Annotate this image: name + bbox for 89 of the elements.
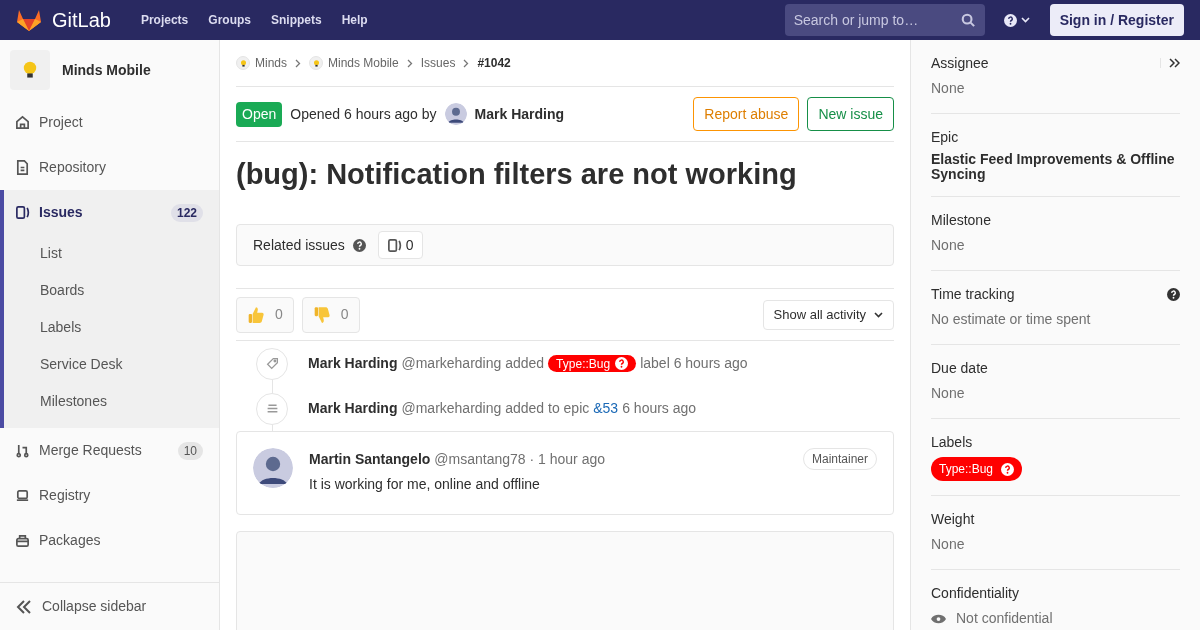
related-issues-label: Related issues [253,235,345,255]
nav-link[interactable]: Projects [140,11,189,29]
document-icon [15,160,30,175]
section-value: None [931,385,965,401]
sidebar-subitem[interactable]: Service Desk [4,346,219,383]
nav-link[interactable]: Groups [208,11,251,29]
registry-icon [15,488,30,503]
thumbs-down-button[interactable]: 0 [301,296,360,333]
comment-meta: @msantang78 · 1 hour ago [434,449,605,469]
thumbs-down-icon [312,305,331,324]
breadcrumb-link[interactable]: Issues [420,54,456,72]
breadcrumb-link[interactable]: Minds Mobile [328,54,399,72]
issues-icon [386,237,402,253]
breadcrumb-link[interactable]: Minds [255,54,287,72]
section-value: None [931,536,965,552]
chevron-right-icon [463,58,470,68]
nav-link[interactable]: Help [341,11,368,29]
new-issue-button[interactable]: New issue [807,97,894,131]
search-icon [960,13,975,27]
help-icon [352,238,366,252]
issues-icon [15,205,30,220]
author-link[interactable]: Mark Harding [474,103,565,125]
double-chevron-icon [16,599,32,614]
chevron-down-icon [874,311,883,318]
breadcrumb-link[interactable]: #1042 [477,54,511,72]
thumbs-up-button[interactable]: 0 [236,296,294,333]
section-value[interactable]: Elastic Feed Improvements & Offline Syncing [931,152,1180,182]
sidebar-item[interactable]: Repository [4,145,219,190]
tag-icon [265,357,279,370]
event-text: @markeharding added [401,354,545,373]
sidebar-subitem[interactable]: Milestones [4,383,219,420]
count-badge: 10 [177,441,203,460]
commenter-avatar [253,448,293,488]
chevron-down-icon[interactable] [1020,17,1030,23]
status-badge: Open [236,101,283,127]
event-author[interactable]: Mark Harding [308,353,398,374]
package-icon [15,533,30,548]
stack-icon [265,402,279,415]
count-badge: 122 [170,203,203,222]
event-text: label 6 hours ago [640,354,748,373]
chevron-right-icon [295,58,301,68]
section-title: Due date [931,358,988,378]
gitlab-logo-icon[interactable] [16,8,42,32]
sign-in-button[interactable]: Sign in / Register [1049,4,1184,36]
sidebar-item[interactable]: Registry [4,473,219,518]
sidebar-item[interactable]: Packages [4,518,219,563]
section-value: No estimate or time spent [931,311,1091,327]
section-value: None [931,237,965,253]
label-chip[interactable]: Type::Bug [931,457,1023,481]
double-chevron-icon[interactable] [1169,58,1180,68]
sidebar-item[interactable]: Project [4,100,219,145]
epic-link[interactable]: &53 [593,398,619,419]
thumbs-up-icon [247,305,265,324]
section-title: Weight [931,509,975,529]
chevron-right-icon [406,58,413,68]
sidebar-subitem[interactable]: Boards [4,272,219,309]
home-icon [15,115,30,130]
section-title: Labels [931,432,973,452]
author-avatar [444,103,467,125]
section-title: Assignee [931,53,989,73]
section-value: Not confidential [956,609,1053,628]
section-title: Confidentiality [931,583,1019,603]
sidebar-item[interactable]: Merge Requests 10 [4,428,219,473]
section-title: Epic [931,127,959,147]
label-chip[interactable]: Type::Bug [548,355,637,372]
section-title: Time tracking [931,284,1015,304]
section-value: None [931,80,965,96]
nav-link[interactable]: Snippets [270,11,322,29]
issue-title: (bug): Notification filters are not working [236,157,798,192]
sidebar-item[interactable]: Issues 122 [4,190,219,235]
sidebar-subitem[interactable]: List [4,235,219,272]
help-icon [1003,13,1017,27]
sidebar-subitem[interactable]: Labels [4,309,219,346]
help-icon [615,357,629,370]
related-count-badge: 0 [377,231,423,259]
merge-request-icon [15,443,30,458]
eye-icon [931,613,946,624]
comment-body: It is working for me, online and offline [309,475,541,494]
search-field[interactable]: Search or jump to… [784,4,985,36]
event-text: 6 hours ago [622,399,697,418]
event-text: @markeharding added to epic [401,399,590,418]
project-name[interactable]: Minds Mobile [62,59,151,81]
help-icon [1001,462,1015,476]
brand-name[interactable]: GitLab [52,5,111,35]
event-author[interactable]: Mark Harding [308,398,398,419]
comment-author[interactable]: Martin Santangelo [309,448,431,470]
opened-text: Opened 6 hours ago by [290,104,437,124]
section-title: Milestone [931,210,991,230]
activity-filter-dropdown[interactable]: Show all activity [762,299,894,330]
